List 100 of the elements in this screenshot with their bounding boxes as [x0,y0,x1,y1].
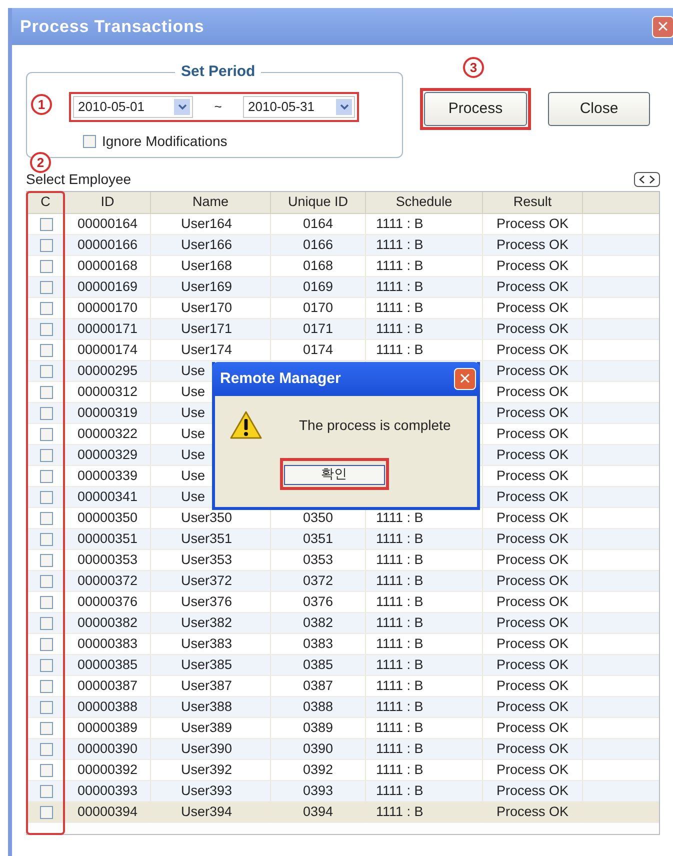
id-cell-text: 00000166 [77,236,138,254]
schedule-cell-text: 1111 : B [376,718,424,737]
annotation-number: 2 [30,152,51,173]
name-cell-text: User387 [181,676,232,695]
id-cell-text: 00000390 [77,740,138,758]
dialog-message: The process is complete [299,416,451,435]
result-cell-text: Process OK [496,404,569,422]
id-cell-text: 00000322 [77,424,138,443]
unique-id-cell-text: 0168 [302,256,334,275]
id-cell-text: 00000168 [77,256,138,275]
id-cell-text: 00000372 [77,572,138,590]
result-cell-text: Process OK [496,634,569,653]
result-cell-text: Process OK [496,320,569,338]
name-cell-text: User169 [181,278,232,296]
id-cell-text: 00000392 [77,760,138,779]
name-cell-text: User388 [181,698,232,716]
name-cell-text: User392 [181,760,232,779]
name-cell-text: Use [181,424,206,443]
schedule-cell-text: 1111 : B [376,256,424,275]
schedule-cell-text: 1111 : B [376,634,424,653]
result-cell-text: Process OK [496,656,569,674]
dialog-title: Remote Manager [220,368,341,389]
unique-id-cell-text: 0387 [302,676,334,695]
schedule-cell-text: 1111 : B [376,676,424,695]
id-cell-text: 00000329 [77,446,138,464]
schedule-cell-text: 1111 : B [376,782,424,800]
name-cell-text: User170 [181,298,232,317]
unique-id-cell-text: 0393 [302,782,334,800]
schedule-cell-text: 1111 : B [376,298,424,317]
name-cell-text: User171 [181,320,232,338]
id-cell-text: 00000174 [77,340,138,359]
result-cell-text: Process OK [496,508,569,527]
result-cell-text: Process OK [496,718,569,737]
schedule-cell-text: 1111 : B [376,656,424,674]
checkbox-label: Ignore Modifications [102,132,228,151]
id-cell-text: 00000389 [77,718,138,737]
result-cell-text: Process OK [496,424,569,443]
result-cell-text: Process OK [496,740,569,758]
annotation-number: 1 [31,94,52,115]
unique-id-cell-text: 0392 [302,760,334,779]
schedule-cell-text: 1111 : B [376,550,424,569]
schedule-cell-text: 1111 : B [376,802,424,821]
schedule-cell-text: 1111 : B [376,592,424,611]
unique-id-cell-text: 0350 [302,508,334,527]
unique-id-cell-text: 0390 [302,740,334,758]
name-cell-text: Use [181,362,206,380]
schedule-cell-text: 1111 : B [376,214,424,233]
schedule-cell-text: 1111 : B [376,760,424,779]
name-cell-text: User382 [181,614,232,632]
name-cell-text: User394 [181,802,232,821]
id-cell-text: 00000393 [77,782,138,800]
annotation-number: 3 [463,57,484,78]
result-cell-text: Process OK [496,236,569,254]
name-cell-text: User383 [181,634,232,653]
schedule-cell-text: 1111 : B [376,740,424,758]
name-cell-text: User174 [181,340,232,359]
result-cell-text: Process OK [496,382,569,401]
id-cell-text: 00000353 [77,550,138,569]
schedule-cell-text: 1111 : B [376,508,424,527]
name-cell-text: User390 [181,740,232,758]
id-cell-text: 00000350 [77,508,138,527]
result-cell-text: Process OK [496,802,569,821]
name-cell-text: Use [181,404,206,422]
name-cell-text: User372 [181,572,232,590]
range-separator: ~ [213,98,223,116]
result-cell-text: Process OK [496,362,569,380]
unique-id-cell-text: 0382 [302,614,334,632]
name-cell-text: User168 [181,256,232,275]
unique-id-cell-text: 0383 [302,634,334,653]
unique-id-cell-text: 0171 [302,320,334,338]
result-cell-text: Process OK [496,614,569,632]
name-cell-text: Use [181,382,206,401]
result-cell-text: Process OK [496,214,569,233]
unique-id-cell-text: 0170 [302,298,334,317]
unique-id-cell-text: 0376 [302,592,334,611]
id-cell-text: 00000383 [77,634,138,653]
result-cell-text: Process OK [496,256,569,275]
id-cell-text: 00000341 [77,488,138,506]
schedule-cell-text: 1111 : B [376,572,424,590]
unique-id-cell-text: 0385 [302,656,334,674]
schedule-cell-text: 1111 : B [376,530,424,548]
id-cell-text: 00000339 [77,466,138,485]
unique-id-cell-text: 0169 [302,278,334,296]
id-cell-text: 00000164 [77,214,138,233]
name-cell-text: User351 [181,530,232,548]
result-cell-text: Process OK [496,676,569,695]
id-cell-text: 00000319 [77,404,138,422]
schedule-cell-text: 1111 : B [376,278,424,296]
unique-id-cell-text: 0372 [302,572,334,590]
schedule-cell-text: 1111 : B [376,236,424,254]
unique-id-cell-text: 0394 [302,802,334,821]
result-cell-text: Process OK [496,446,569,464]
result-cell-text: Process OK [496,760,569,779]
id-cell-text: 00000351 [77,530,138,548]
result-cell-text: Process OK [496,466,569,485]
name-cell-text: User385 [181,656,232,674]
schedule-cell-text: 1111 : B [376,614,424,632]
result-cell-text: Process OK [496,278,569,296]
name-cell-text: Use [181,466,206,485]
unique-id-cell-text: 0351 [302,530,334,548]
